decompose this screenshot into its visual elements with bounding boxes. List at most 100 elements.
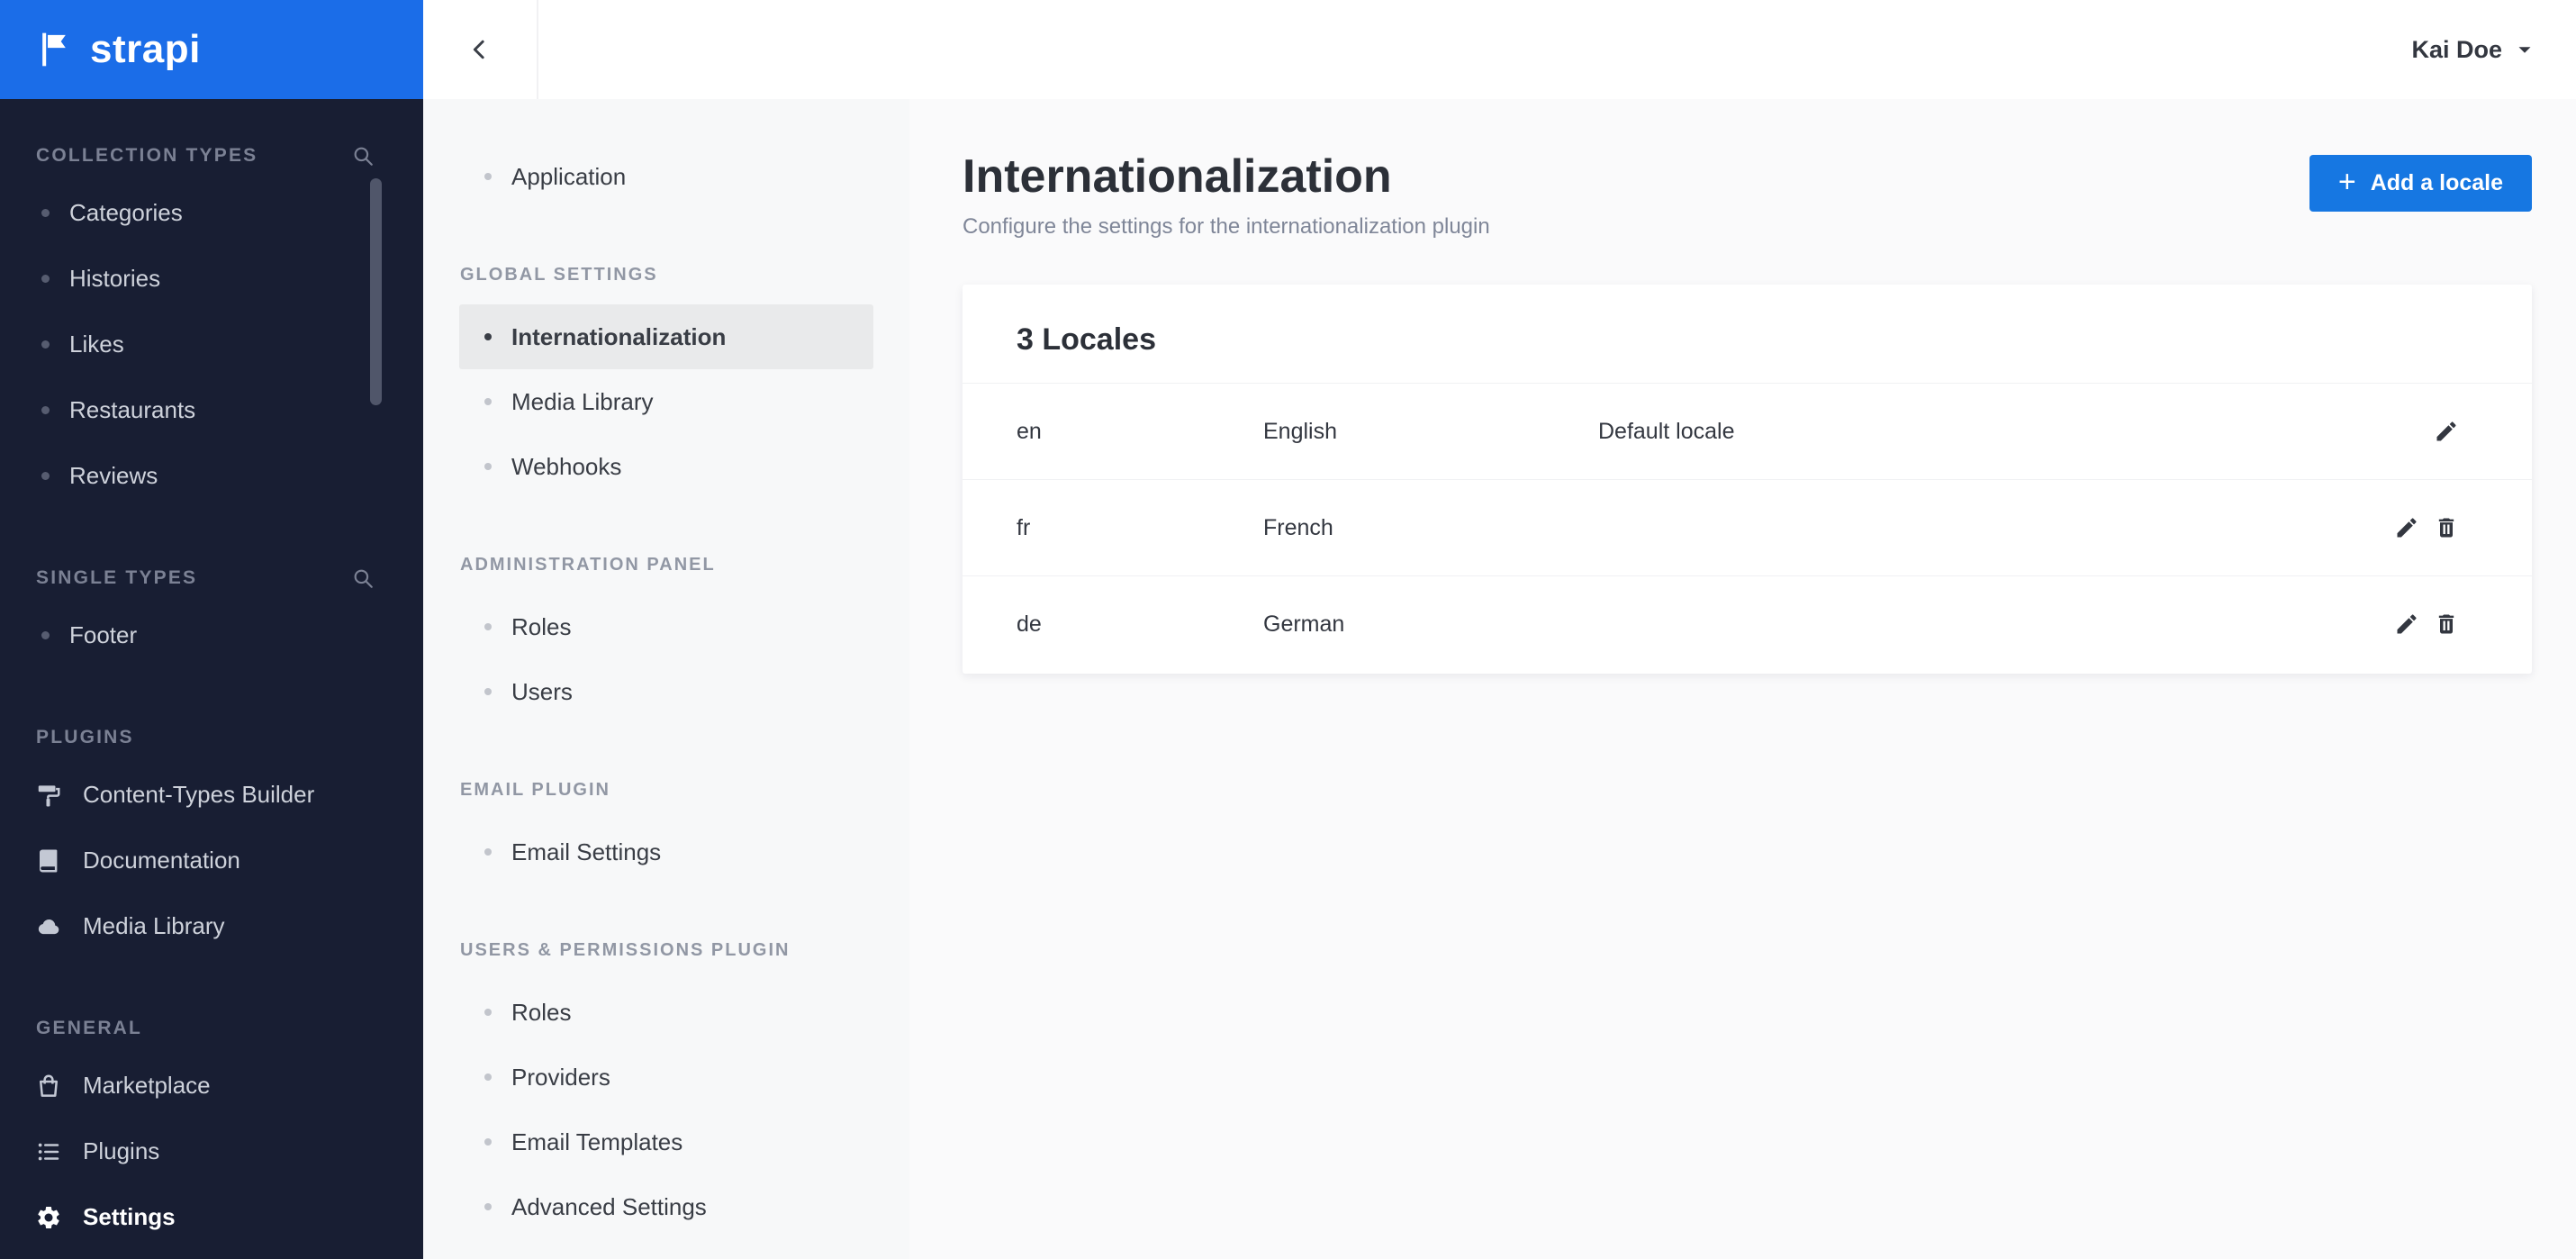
sidebar-item-restaurants[interactable]: Restaurants: [0, 377, 423, 443]
sidebar-item-label: Categories: [69, 199, 183, 226]
bullet-icon: [484, 173, 492, 180]
sidebar-item-marketplace[interactable]: Marketplace: [0, 1053, 423, 1119]
sidebar-item-settings[interactable]: Settings: [0, 1184, 423, 1250]
logo-text: strapi: [90, 27, 201, 71]
paint-roller-icon: [34, 781, 63, 810]
locale-name: English: [1263, 418, 1337, 444]
sidebar-item-label: Media Library: [83, 912, 225, 939]
chevron-left-icon: [466, 36, 493, 63]
sidebar-item-reviews[interactable]: Reviews: [0, 443, 423, 509]
bullet-icon: [41, 209, 50, 217]
sidebar-item-documentation[interactable]: Documentation: [0, 828, 423, 893]
bullet-icon: [484, 333, 492, 340]
back-button[interactable]: [423, 0, 538, 99]
sidebar-item-likes[interactable]: Likes: [0, 312, 423, 377]
trash-icon: [2438, 614, 2454, 634]
sidebar-item-label: Settings: [83, 1203, 176, 1230]
bullet-icon: [484, 398, 492, 405]
subnav-item-application[interactable]: Application: [459, 144, 873, 209]
subnav-group-users-permissions-plugin: USERS & PERMISSIONS PLUGIN: [460, 940, 791, 960]
sidebar-item-label: Restaurants: [69, 396, 196, 423]
edit-locale-button[interactable]: [2391, 609, 2422, 639]
add-locale-button[interactable]: + Add a locale: [2309, 155, 2532, 212]
page-title-block: Internationalization Configure the setti…: [963, 149, 1490, 240]
search-icon[interactable]: [351, 144, 375, 168]
cloud-icon: [34, 912, 63, 941]
sidebar-scrollbar[interactable]: [370, 178, 382, 405]
bullet-icon: [484, 463, 492, 470]
subnav-item-label: Providers: [511, 1063, 610, 1091]
add-locale-label: Add a locale: [2370, 170, 2503, 195]
subnav-group-global-settings: GLOBAL SETTINGS: [460, 265, 658, 285]
sidebar-item-media-library[interactable]: Media Library: [0, 893, 423, 959]
edit-locale-button[interactable]: [2431, 416, 2462, 447]
subnav-item-email-settings[interactable]: Email Settings: [459, 820, 873, 884]
bullet-icon: [41, 406, 50, 414]
bullet-icon: [41, 340, 50, 349]
sidebar-item-categories[interactable]: Categories: [0, 180, 423, 246]
gear-icon: [34, 1203, 63, 1232]
row-actions: [2431, 416, 2462, 447]
subnav-item-label: Roles: [511, 612, 572, 640]
bullet-icon: [41, 472, 50, 480]
subnav-item-label: Media Library: [511, 387, 654, 415]
content-row: Application GLOBAL SETTINGS Internationa…: [423, 99, 2576, 1259]
pencil-icon: [2397, 614, 2417, 634]
top-header: Kai Doe: [423, 0, 2576, 99]
subnav-item-up-roles[interactable]: Roles: [459, 980, 873, 1045]
subnav-item-admin-roles[interactable]: Roles: [459, 594, 873, 659]
user-menu[interactable]: Kai Doe: [2411, 36, 2576, 64]
sidebar-item-histories[interactable]: Histories: [0, 246, 423, 312]
sidebar-item-footer[interactable]: Footer: [0, 602, 423, 668]
subnav-item-label: Users: [511, 677, 573, 705]
bullet-icon: [41, 275, 50, 283]
search-icon[interactable]: [351, 566, 375, 590]
sidebar-item-content-types-builder[interactable]: Content-Types Builder: [0, 762, 423, 828]
delete-locale-button[interactable]: [2431, 609, 2462, 639]
bullet-icon: [484, 848, 492, 856]
chevron-down-icon: [2513, 38, 2536, 61]
subnav-group-administration-panel: ADMINISTRATION PANEL: [460, 555, 716, 575]
section-label: GENERAL: [36, 1018, 143, 1038]
strapi-logo[interactable]: strapi: [0, 0, 423, 99]
subnav-group-email-plugin: EMAIL PLUGIN: [460, 780, 610, 800]
subnav-item-internationalization[interactable]: Internationalization: [459, 304, 873, 369]
sidebar-item-label: Histories: [69, 265, 161, 292]
section-header-collection-types: COLLECTION TYPES: [0, 144, 423, 168]
edit-locale-button[interactable]: [2391, 512, 2422, 543]
bullet-icon: [484, 1138, 492, 1146]
subnav-item-email-templates[interactable]: Email Templates: [459, 1110, 873, 1174]
bullet-icon: [484, 688, 492, 695]
bullet-icon: [484, 1203, 492, 1210]
sidebar-item-plugins[interactable]: Plugins: [0, 1119, 423, 1184]
plus-icon: +: [2337, 164, 2356, 199]
subnav-item-advanced-settings[interactable]: Advanced Settings: [459, 1174, 873, 1239]
app-root: strapi COLLECTION TYPES Categories Histo…: [0, 0, 2576, 1259]
locales-card-title: 3 Locales: [1017, 322, 1156, 357]
right-column: Kai Doe Application GLOBAL SETTINGS Inte…: [423, 0, 2576, 1259]
list-icon: [34, 1137, 63, 1166]
book-icon: [34, 847, 63, 875]
locale-note: Default locale: [1598, 418, 1735, 444]
subnav-item-label: Email Templates: [511, 1128, 683, 1155]
subnav-item-providers[interactable]: Providers: [459, 1045, 873, 1110]
sidebar-item-label: Content-Types Builder: [83, 781, 315, 808]
section-header-single-types: SINGLE TYPES: [0, 566, 423, 590]
section-label: COLLECTION TYPES: [36, 145, 258, 166]
delete-locale-button[interactable]: [2431, 512, 2462, 543]
sidebar-item-label: Likes: [69, 331, 124, 358]
subnav-item-media-library[interactable]: Media Library: [459, 369, 873, 434]
row-actions: [2391, 512, 2462, 543]
bullet-icon: [484, 1073, 492, 1081]
subnav-item-webhooks[interactable]: Webhooks: [459, 434, 873, 499]
subnav-item-admin-users[interactable]: Users: [459, 659, 873, 724]
subnav-item-label: Advanced Settings: [511, 1192, 707, 1220]
shopping-bag-icon: [34, 1072, 63, 1100]
page-title: Internationalization: [963, 150, 1392, 203]
section-label: PLUGINS: [36, 727, 134, 747]
sidebar-item-label: Reviews: [69, 462, 158, 489]
main-sidebar: strapi COLLECTION TYPES Categories Histo…: [0, 0, 423, 1259]
main-header: Internationalization Configure the setti…: [963, 149, 2532, 240]
bullet-icon: [484, 623, 492, 630]
locale-name: French: [1263, 514, 1333, 540]
